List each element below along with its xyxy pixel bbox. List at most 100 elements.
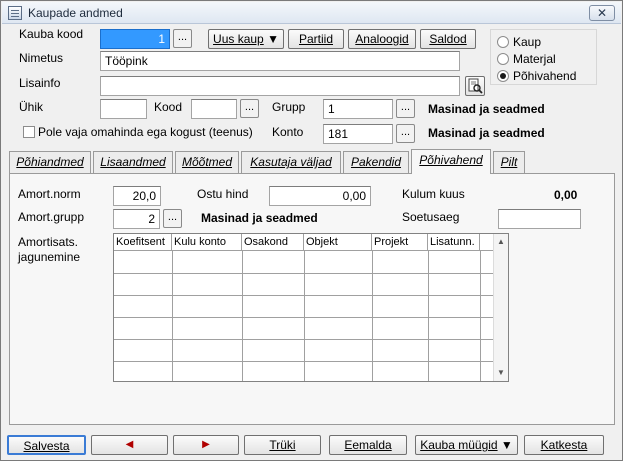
kood-label: Kood (154, 100, 183, 114)
grid-col-lisatunn[interactable]: Lisatunn. (428, 234, 480, 251)
radio-materjal-indicator (497, 53, 509, 65)
kulum-kuus-label: Kulum kuus (402, 187, 465, 201)
katkesta-button[interactable]: Katkesta (524, 435, 604, 455)
uhik-label: Ühik (19, 100, 44, 114)
amortisatsioon-grid[interactable]: Koefitsent Kulu konto Osakond Objekt Pro… (113, 233, 509, 382)
konto-lookup-button[interactable]: ... (396, 124, 415, 143)
amort-grupp-lookup-button[interactable]: ... (163, 209, 182, 228)
lisainfo-label: Lisainfo (19, 76, 61, 90)
tab-lisaandmed-label: Lisaandmed (100, 155, 166, 169)
analoogid-button[interactable]: Analoogid (348, 29, 416, 49)
tab-pohiandmed[interactable]: Põhiandmed (9, 151, 91, 173)
tab-pilt-label: Pilt (500, 155, 518, 169)
tab-mootmed[interactable]: Mõõtmed (175, 151, 239, 173)
grid-col-objekt[interactable]: Objekt (304, 234, 372, 251)
kauba-muugid-button[interactable]: Kauba müügid ▼ (415, 435, 518, 455)
partiid-button[interactable]: Partiid (288, 29, 344, 49)
radio-pohivahend-label: Põhivahend (513, 69, 577, 83)
grid-col-koefitsent[interactable]: Koefitsent (114, 234, 172, 251)
salvesta-label: Salvesta (23, 439, 70, 453)
arrow-left-icon: ◀ (125, 439, 134, 450)
salvesta-button[interactable]: Salvesta (7, 435, 86, 455)
title-bar: Kaupade andmed ✕ (2, 2, 621, 24)
radio-kaup[interactable]: Kaup (497, 35, 541, 51)
tab-pakendid[interactable]: Pakendid (343, 151, 409, 173)
tab-pilt[interactable]: Pilt (493, 151, 525, 173)
grid-row-divider (114, 295, 494, 296)
tab-kasutaja-valjad[interactable]: Kasutaja väljad (241, 151, 341, 173)
radio-materjal-label: Materjal (513, 52, 556, 66)
kood-field[interactable] (191, 99, 237, 119)
next-record-button[interactable]: ▶ (173, 435, 239, 455)
tab-pakendid-label: Pakendid (350, 155, 402, 169)
amort-norm-label: Amort.norm (18, 187, 81, 201)
kaupade-andmed-window: Kaupade andmed ✕ Kauba kood 1 ... Uus ka… (0, 0, 623, 461)
truki-label: Trüki (269, 438, 296, 452)
analoogid-label: Analoogid (355, 32, 409, 46)
item-type-radio-group: Kaup Materjal Põhivahend (490, 29, 597, 85)
uhik-field[interactable] (100, 99, 147, 119)
dropdown-arrow-icon: ▼ (267, 32, 279, 46)
dropdown-arrow-icon: ▼ (500, 438, 513, 452)
arrow-right-icon: ▶ (202, 439, 210, 450)
grupp-field[interactable]: 1 (323, 99, 393, 119)
radio-kaup-label: Kaup (513, 35, 542, 49)
ostu-hind-label: Ostu hind (197, 187, 249, 201)
grid-col-osakond[interactable]: Osakond (242, 234, 304, 251)
tab-kasutaja-valjad-label: Kasutaja väljad (250, 155, 332, 169)
window-title: Kaupade andmed (28, 6, 123, 20)
tab-pohiandmed-label: Põhiandmed (16, 155, 84, 169)
amortisats-label-line2: jagunemine (18, 250, 81, 264)
tab-pohivahend[interactable]: Põhivahend (411, 149, 491, 174)
grid-row-divider (114, 273, 494, 274)
tab-lisaandmed[interactable]: Lisaandmed (93, 151, 173, 173)
tab-pohivahend-label: Põhivahend (419, 153, 483, 167)
grid-vertical-scrollbar[interactable]: ▲ ▼ (493, 234, 508, 381)
grid-col-projekt[interactable]: Projekt (372, 234, 428, 251)
scroll-down-icon[interactable]: ▼ (494, 366, 508, 380)
radio-pohivahend-indicator (497, 70, 509, 82)
kood-lookup-button[interactable]: ... (240, 99, 259, 118)
teenus-checkbox[interactable] (23, 126, 35, 138)
previous-record-button[interactable]: ◀ (91, 435, 168, 455)
truki-button[interactable]: Trüki (244, 435, 321, 455)
grid-col-kulu-konto[interactable]: Kulu konto (172, 234, 242, 251)
konto-label: Konto (272, 125, 304, 139)
nimetus-label: Nimetus (19, 51, 64, 65)
grid-row-divider (114, 339, 494, 340)
saldod-button[interactable]: Saldod (420, 29, 476, 49)
close-button[interactable]: ✕ (589, 5, 615, 21)
amort-grupp-label: Amort.grupp (18, 210, 85, 224)
soetusaeg-label: Soetusaeg (402, 210, 460, 224)
grupp-name: Masinad ja seadmed (428, 102, 545, 116)
grid-row-divider (114, 361, 494, 362)
saldod-label: Saldod (429, 32, 467, 46)
soetusaeg-field[interactable] (498, 209, 581, 229)
close-icon: ✕ (596, 6, 608, 20)
uus-kaup-label: Uus kaup (213, 32, 264, 46)
ostu-hind-field[interactable]: 0,00 (269, 186, 371, 206)
kauba-kood-field[interactable]: 1 (100, 29, 170, 49)
kulum-kuus-value: 0,00 (554, 188, 578, 202)
lisainfo-field[interactable] (100, 76, 460, 96)
kauba-kood-label: Kauba kood (19, 27, 84, 41)
uus-kaup-button[interactable]: Uus kaup ▼ (208, 29, 284, 49)
document-search-icon (468, 78, 483, 94)
radio-pohivahend[interactable]: Põhivahend (497, 69, 576, 85)
radio-kaup-indicator (497, 36, 509, 48)
amort-grupp-name: Masinad ja seadmed (201, 211, 318, 225)
lisainfo-preview-button[interactable] (465, 76, 485, 96)
grid-header: Koefitsent Kulu konto Osakond Objekt Pro… (114, 234, 494, 251)
nimetus-field[interactable]: Tööpink (100, 51, 460, 71)
kauba-muugid-label: Kauba müügid (420, 438, 498, 452)
eemalda-button[interactable]: Eemalda (329, 435, 407, 455)
amort-grupp-field[interactable]: 2 (113, 209, 160, 229)
konto-field[interactable]: 181 (323, 124, 393, 144)
grupp-label: Grupp (272, 100, 306, 114)
grupp-lookup-button[interactable]: ... (396, 99, 415, 118)
scroll-up-icon[interactable]: ▲ (494, 235, 508, 249)
radio-materjal[interactable]: Materjal (497, 52, 556, 68)
grid-row-divider (114, 317, 494, 318)
kauba-kood-lookup-button[interactable]: ... (173, 29, 192, 48)
amort-norm-field[interactable]: 20,0 (113, 186, 161, 206)
